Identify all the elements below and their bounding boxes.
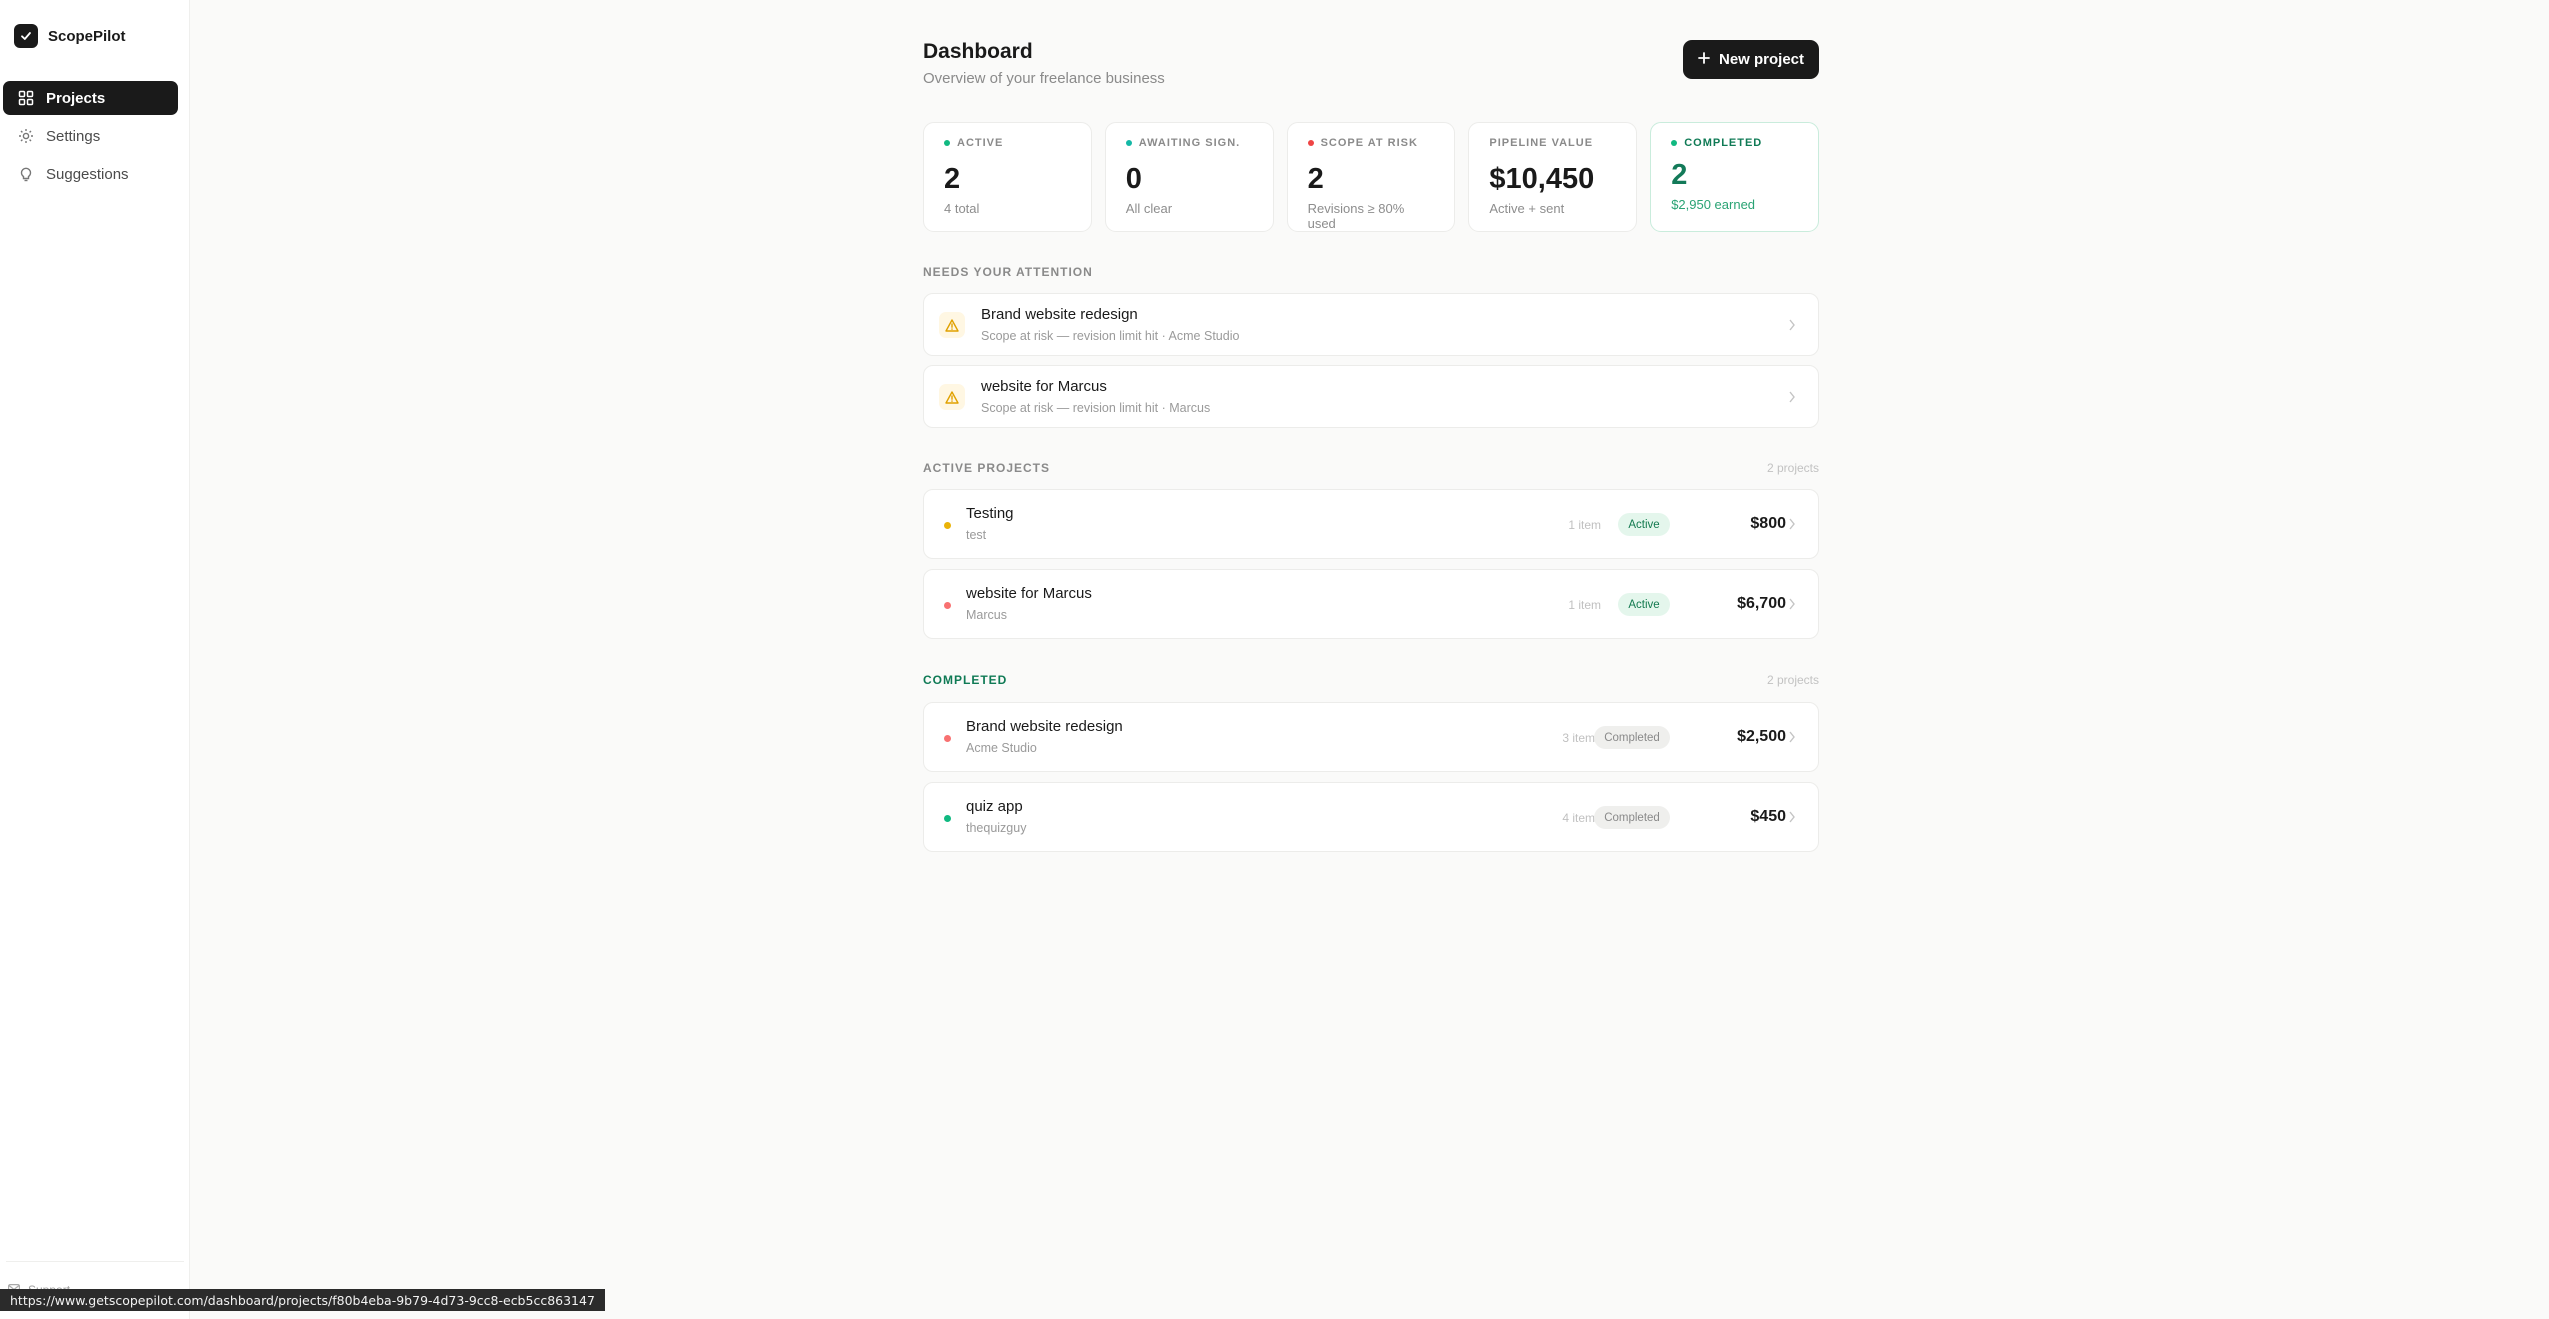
active-projects-list: Testing test 1 item Active $800 website … [923, 489, 1819, 649]
attention-list: Brand website redesign Scope at risk — r… [923, 293, 1819, 437]
sidebar-item-label: Projects [46, 89, 106, 107]
status-badge: Completed [1594, 806, 1670, 829]
stat-note: Active + sent [1489, 201, 1565, 216]
link-preview-status-bar: https://www.getscopepilot.com/dashboard/… [0, 1289, 605, 1311]
chevron-right-icon [1789, 598, 1795, 610]
chevron-right-icon [1789, 319, 1795, 330]
sidebar-nav: Projects Settings Suggestions [3, 81, 178, 195]
attention-section-header: NEEDS YOUR ATTENTION [923, 265, 1093, 279]
status-badge: Active [1618, 513, 1670, 536]
completed-projects-header: COMPLETED 2 projects [923, 673, 1819, 687]
stat-note: All clear [1125, 201, 1173, 216]
stat-note: $2,950 earned [1671, 197, 1756, 212]
attention-item[interactable]: website for Marcus Scope at risk — revis… [923, 365, 1819, 428]
project-count: 2 projects [1766, 461, 1819, 475]
status-dot [944, 140, 950, 146]
stats-row: ACTIVE 2 4 total AWAITING SIGN. 0 All cl… [923, 122, 1819, 232]
brand-name: ScopePilot [48, 27, 126, 45]
completed-projects-list: Brand website redesign Acme Studio 3 ite… [923, 702, 1819, 862]
chevron-right-icon [1789, 391, 1795, 402]
project-row[interactable]: Brand website redesign Acme Studio 3 ite… [923, 702, 1819, 772]
sidebar-item-projects[interactable]: Projects [3, 81, 178, 115]
stat-card-pipeline[interactable]: PIPELINE VALUE $10,450 Active + sent [1468, 122, 1638, 232]
status-dot [1307, 140, 1314, 146]
status-dot [944, 522, 951, 529]
status-dot [944, 815, 951, 822]
page-header: Dashboard Overview of your freelance bus… [923, 40, 1819, 90]
stat-note: Revisions ≥ 80% used [1307, 201, 1405, 231]
stat-value: 2 [1671, 159, 1688, 191]
stat-value: $10,450 [1489, 163, 1595, 195]
stat-value: 2 [1307, 163, 1324, 195]
stat-card-active[interactable]: ACTIVE 2 4 total [923, 122, 1092, 232]
new-project-button[interactable]: New project [1683, 40, 1819, 79]
chevron-right-icon [1789, 731, 1795, 743]
lightbulb-icon [17, 165, 35, 183]
project-count: 2 projects [1766, 673, 1819, 687]
stat-card-completed[interactable]: COMPLETED 2 $2,950 earned [1650, 122, 1819, 232]
attention-item[interactable]: Brand website redesign Scope at risk — r… [923, 293, 1819, 356]
stat-card-scope-risk[interactable]: SCOPE AT RISK 2 Revisions ≥ 80% used [1286, 122, 1456, 232]
project-price: $800 [1750, 515, 1786, 532]
project-row[interactable]: Testing test 1 item Active $800 [923, 489, 1819, 559]
grid-icon [17, 89, 35, 107]
stat-card-awaiting[interactable]: AWAITING SIGN. 0 All clear [1104, 122, 1274, 232]
status-dot [1125, 140, 1132, 146]
stat-value: 0 [1125, 163, 1142, 195]
active-projects-header: ACTIVE PROJECTS 2 projects [923, 461, 1819, 475]
status-badge: Completed [1594, 726, 1670, 749]
sidebar-item-label: Settings [46, 127, 101, 145]
project-price: $2,500 [1737, 728, 1786, 745]
warning-icon [939, 312, 965, 338]
project-row[interactable]: website for Marcus Marcus 1 item Active … [923, 569, 1819, 639]
sidebar-item-label: Suggestions [46, 165, 129, 183]
plus-icon [1698, 51, 1710, 68]
status-dot [1671, 140, 1678, 146]
project-price: $450 [1750, 808, 1786, 825]
status-badge: Active [1618, 593, 1670, 616]
status-dot [944, 602, 951, 609]
warning-icon [939, 384, 965, 410]
status-dot [944, 735, 951, 742]
chevron-right-icon [1789, 811, 1795, 823]
project-price: $6,700 [1737, 595, 1786, 612]
stat-value: 2 [944, 163, 961, 195]
logo-check-icon [14, 24, 38, 48]
project-row[interactable]: quiz app thequizguy 4 items Completed $4… [923, 782, 1819, 852]
chevron-right-icon [1789, 518, 1795, 530]
stat-note: 4 total [944, 201, 980, 216]
brand[interactable]: ScopePilot [14, 24, 126, 48]
sidebar: ScopePilot Projects Settings Suggestions [0, 0, 190, 1319]
sidebar-item-settings[interactable]: Settings [3, 119, 178, 153]
gear-icon [17, 127, 35, 145]
sidebar-item-suggestions[interactable]: Suggestions [3, 157, 178, 191]
